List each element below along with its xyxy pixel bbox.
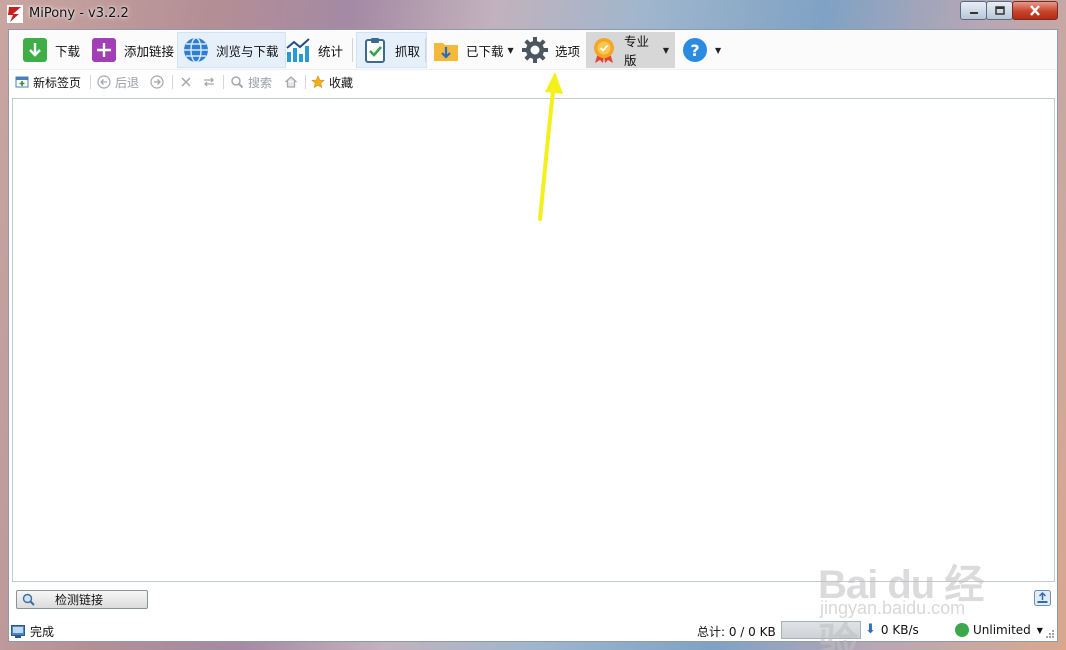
search-button[interactable]: 搜索 [230, 73, 272, 91]
export-icon[interactable] [1034, 590, 1051, 606]
refresh-icon [204, 77, 214, 87]
options-button[interactable]: 选项 [517, 32, 586, 68]
forward-arrow-icon [150, 75, 164, 89]
check-links-button[interactable]: 检测链接 [16, 590, 148, 609]
home-icon [285, 76, 297, 88]
download-button[interactable]: 下载 [17, 32, 86, 68]
close-button[interactable] [1012, 1, 1058, 20]
magnifier-icon [22, 593, 35, 606]
chevron-down-icon[interactable]: ▼ [715, 46, 721, 55]
star-icon [311, 75, 325, 89]
download-label: 下载 [55, 43, 81, 59]
refresh-button[interactable] [202, 73, 220, 91]
forward-button[interactable] [150, 73, 168, 91]
bar-chart-icon [286, 38, 310, 62]
title-bar: MiPony - v3.2.2 [0, 0, 1066, 28]
stats-label: 统计 [318, 43, 344, 59]
options-label: 选项 [555, 43, 581, 59]
watermark-url: jingyan.baidu.com [820, 598, 966, 618]
nav-divider [90, 75, 91, 89]
home-button[interactable] [284, 73, 302, 91]
chevron-down-icon: ▼ [1036, 625, 1043, 635]
monitor-icon [11, 625, 25, 638]
add-link-icon [92, 38, 116, 62]
new-tab-label: 新标签页 [33, 75, 82, 90]
search-label: 搜索 [248, 75, 273, 90]
toolbar-divider [352, 38, 353, 62]
baidu-watermark: Bai du 经验 jingyan.baidu.com [818, 540, 1018, 650]
favorites-label: 收藏 [329, 75, 354, 90]
stop-button[interactable] [179, 73, 197, 91]
minimize-button[interactable] [960, 1, 987, 20]
favorites-button[interactable]: 收藏 [311, 73, 353, 91]
stats-button[interactable]: 统计 [280, 32, 349, 68]
grab-label: 抓取 [395, 43, 421, 59]
add-link-label: 添加链接 [124, 43, 175, 59]
maximize-icon [994, 6, 1005, 15]
close-icon [1030, 5, 1040, 16]
resize-grip-icon[interactable] [1045, 629, 1055, 639]
clipboard-check-icon [365, 38, 385, 63]
nav-divider [305, 75, 306, 89]
toolbar-divider [425, 38, 426, 62]
help-icon: ? [683, 38, 707, 62]
back-button[interactable]: 后退 [97, 73, 139, 91]
main-toolbar: 下载 添加链接 浏览与下载 统计 抓取 已下载 ▼ 选项 专业版 ▼ ? ▼ [9, 30, 1057, 70]
globe-icon [184, 37, 208, 63]
chevron-down-icon[interactable]: ▼ [508, 46, 514, 55]
pro-edition-button[interactable]: 专业版 ▼ [586, 32, 675, 68]
status-text: 完成 [30, 625, 55, 639]
stop-x-icon [181, 77, 191, 87]
chevron-down-icon[interactable]: ▼ [663, 46, 669, 55]
minimize-icon [969, 11, 978, 14]
mipony-logo-icon [7, 5, 23, 23]
help-button[interactable]: ? ▼ [677, 32, 727, 68]
new-tab-button[interactable]: 新标签页 [15, 73, 81, 91]
back-arrow-icon [97, 75, 111, 89]
grab-button[interactable]: 抓取 [356, 32, 428, 68]
new-tab-icon [15, 76, 29, 88]
gear-icon [522, 37, 548, 63]
folder-download-icon [434, 43, 458, 61]
back-label: 后退 [115, 75, 140, 90]
pro-edition-label: 专业版 [624, 34, 650, 68]
browser-nav-bar: 新标签页 后退 搜索 收藏 [9, 71, 1057, 93]
award-medal-icon [594, 38, 614, 63]
svg-text:?: ? [690, 41, 699, 60]
window-title: MiPony - v3.2.2 [29, 6, 129, 21]
download-icon [23, 38, 47, 62]
search-icon [231, 76, 244, 89]
add-link-button[interactable]: 添加链接 [86, 32, 180, 68]
maximize-button[interactable] [986, 1, 1013, 20]
browse-download-tab[interactable]: 浏览与下载 [177, 32, 286, 68]
downloaded-button[interactable]: 已下载 ▼ [428, 32, 520, 68]
check-links-label: 检测链接 [55, 593, 104, 607]
browser-content-pane[interactable] [12, 98, 1055, 582]
total-size-text: 总计: 0 / 0 KB [697, 625, 776, 639]
status-state: 完成 [11, 623, 54, 640]
nav-divider [172, 75, 173, 89]
browse-download-label: 浏览与下载 [216, 43, 279, 59]
window-controls [960, 1, 1058, 20]
nav-divider [223, 75, 224, 89]
downloaded-label: 已下载 [466, 43, 504, 59]
